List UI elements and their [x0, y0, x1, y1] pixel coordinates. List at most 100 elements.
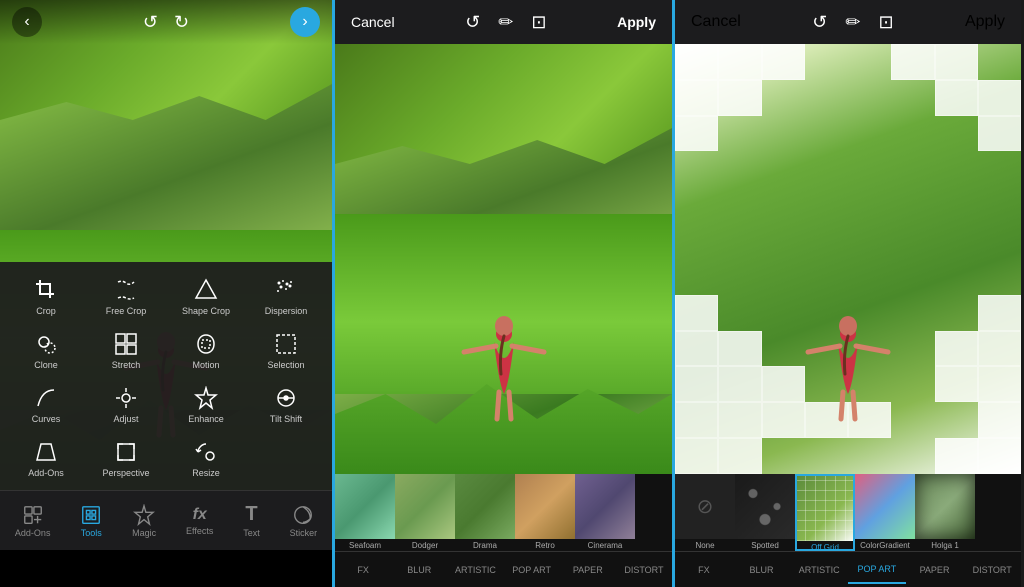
filter-thumbnails-3: ⊘ None Spotted Off Grid Color — [675, 474, 1021, 551]
nav-sticker[interactable]: Sticker — [282, 500, 326, 542]
back-icon: ‹ — [24, 13, 29, 31]
tool-shape-crop[interactable]: Shape Crop — [168, 272, 244, 320]
nav-add-ons[interactable]: Add-Ons — [7, 500, 59, 542]
free-crop-label: Free Crop — [106, 306, 147, 316]
filter-color-gradient[interactable]: ColorGradient — [855, 474, 915, 551]
photo-canvas-2 — [335, 44, 672, 474]
panel-pop-art: Cancel ↺ ✏ ⊡ Apply — [675, 0, 1021, 587]
back-arrow[interactable]: ‹ — [12, 7, 42, 37]
layers-icon-3[interactable]: ⊡ — [878, 12, 893, 33]
tool-tilt-shift[interactable]: Tilt Shift — [248, 380, 324, 428]
undo-icon-2[interactable]: ↺ — [465, 12, 480, 33]
tab-paper-3[interactable]: PAPER — [906, 557, 964, 583]
nav-magic-label: Magic — [132, 528, 156, 538]
tab-fx-2[interactable]: FX — [335, 557, 391, 583]
shape-crop-label: Shape Crop — [182, 306, 230, 316]
tab-blur-3[interactable]: BLUR — [733, 557, 791, 583]
tab-fx-3[interactable]: FX — [675, 557, 733, 583]
dispersion-icon — [272, 276, 300, 304]
filter-section-2: Seafoam Dodger Drama Retro Cinerama — [335, 474, 672, 587]
stretch-icon — [112, 330, 140, 358]
motion-label: Motion — [192, 360, 219, 370]
curves-label: Curves — [32, 414, 61, 424]
nav-text[interactable]: T Text — [235, 499, 268, 542]
tab-paper-2[interactable]: PAPER — [560, 557, 616, 583]
tab-blur-2[interactable]: BLUR — [391, 557, 447, 583]
tool-curves[interactable]: Curves — [8, 380, 84, 428]
tab-artistic-2[interactable]: ARTISTIC — [447, 557, 503, 583]
tool-clone[interactable]: Clone — [8, 326, 84, 374]
flip-rotate-icon — [192, 438, 220, 466]
filter-seafoam[interactable]: Seafoam — [335, 474, 395, 551]
tool-dispersion[interactable]: Dispersion — [248, 272, 324, 320]
stretch-label: Stretch — [112, 360, 141, 370]
tab-artistic-3[interactable]: ARTISTIC — [790, 557, 848, 583]
text-icon: T — [245, 503, 257, 526]
tool-enhance[interactable]: Enhance — [168, 380, 244, 428]
filter-dodger-label: Dodger — [412, 539, 438, 551]
erase-icon-3[interactable]: ✏ — [845, 12, 860, 33]
top-bar-2: Cancel ↺ ✏ ⊡ Apply — [335, 0, 672, 44]
forward-arrow[interactable]: › — [290, 7, 320, 37]
nav-effects[interactable]: fx Effects — [178, 502, 221, 540]
filter-off-grid[interactable]: Off Grid — [795, 474, 855, 551]
tool-flip-rotate[interactable]: Resize — [168, 434, 244, 482]
nav-add-ons-label: Add-Ons — [15, 528, 51, 538]
filter-none[interactable]: ⊘ None — [675, 474, 735, 551]
tool-free-crop[interactable]: Free Crop — [88, 272, 164, 320]
forward-icon: › — [302, 13, 307, 31]
girl-figure-2 — [449, 274, 559, 434]
undo-icon-3[interactable]: ↺ — [812, 12, 827, 33]
tilt-shift-icon — [272, 384, 300, 412]
tab-distort-2[interactable]: DISTORT — [616, 557, 672, 583]
nav-tools[interactable]: Tools — [72, 500, 110, 542]
filter-section-3: ⊘ None Spotted Off Grid Color — [675, 474, 1021, 587]
nav-text-label: Text — [243, 528, 260, 538]
tool-crop[interactable]: Crop — [8, 272, 84, 320]
shape-crop-icon — [192, 276, 220, 304]
add-ons-icon — [22, 504, 44, 526]
selection-label: Selection — [267, 360, 304, 370]
tool-selection[interactable]: Selection — [248, 326, 324, 374]
resize-label: Perspective — [102, 468, 149, 478]
filter-cinerama-label: Cinerama — [588, 539, 623, 551]
tool-motion[interactable]: Motion — [168, 326, 244, 374]
tool-adjust[interactable]: Adjust — [88, 380, 164, 428]
filter-tabs-2: FX BLUR ARTISTIC POP ART PAPER DISTORT — [335, 551, 672, 587]
apply-button-2[interactable]: Apply — [617, 14, 656, 30]
filter-dodger[interactable]: Dodger — [395, 474, 455, 551]
tool-stretch[interactable]: Stretch — [88, 326, 164, 374]
cancel-button-2[interactable]: Cancel — [351, 14, 395, 30]
layers-icon-2[interactable]: ⊡ — [531, 12, 546, 33]
filter-cinerama[interactable]: Cinerama — [575, 474, 635, 551]
filter-retro[interactable]: Retro — [515, 474, 575, 551]
filter-holga1[interactable]: Holga 1 — [915, 474, 975, 551]
nav-effects-label: Effects — [186, 526, 213, 536]
magic-icon — [133, 504, 155, 526]
nav-sticker-label: Sticker — [290, 528, 318, 538]
tool-perspective[interactable]: Add-Ons — [8, 434, 84, 482]
toolbar-icons-3: ↺ ✏ ⊡ — [812, 12, 893, 33]
filter-spotted[interactable]: Spotted — [735, 474, 795, 551]
tool-overlay-menu: Crop Free Crop Shape Crop — [0, 262, 332, 490]
filter-spotted-label: Spotted — [751, 539, 779, 551]
filter-retro-label: Retro — [535, 539, 555, 551]
tab-pop-art-3[interactable]: POP ART — [848, 556, 906, 584]
clone-icon — [32, 330, 60, 358]
photo-canvas-1: ‹ ↺ ↻ › — [0, 0, 332, 490]
adjust-label: Adjust — [113, 414, 138, 424]
panel-tools: ‹ ↺ ↻ › — [0, 0, 335, 587]
tool-resize[interactable]: Perspective — [88, 434, 164, 482]
erase-icon-2[interactable]: ✏ — [498, 12, 513, 33]
tab-pop-art-2[interactable]: POP ART — [504, 557, 560, 583]
foliage-top-2 — [335, 44, 672, 164]
filter-drama[interactable]: Drama — [455, 474, 515, 551]
apply-button-3[interactable]: Apply — [965, 13, 1005, 31]
redo-icon[interactable]: ↻ — [174, 12, 189, 33]
undo-icon[interactable]: ↺ — [143, 12, 158, 33]
cancel-button-3[interactable]: Cancel — [691, 13, 741, 31]
tab-distort-3[interactable]: DISTORT — [963, 557, 1021, 583]
top-bar-3: Cancel ↺ ✏ ⊡ Apply — [675, 0, 1021, 44]
undo-redo-controls: ↺ ↻ — [143, 12, 189, 33]
nav-magic[interactable]: Magic — [124, 500, 164, 542]
